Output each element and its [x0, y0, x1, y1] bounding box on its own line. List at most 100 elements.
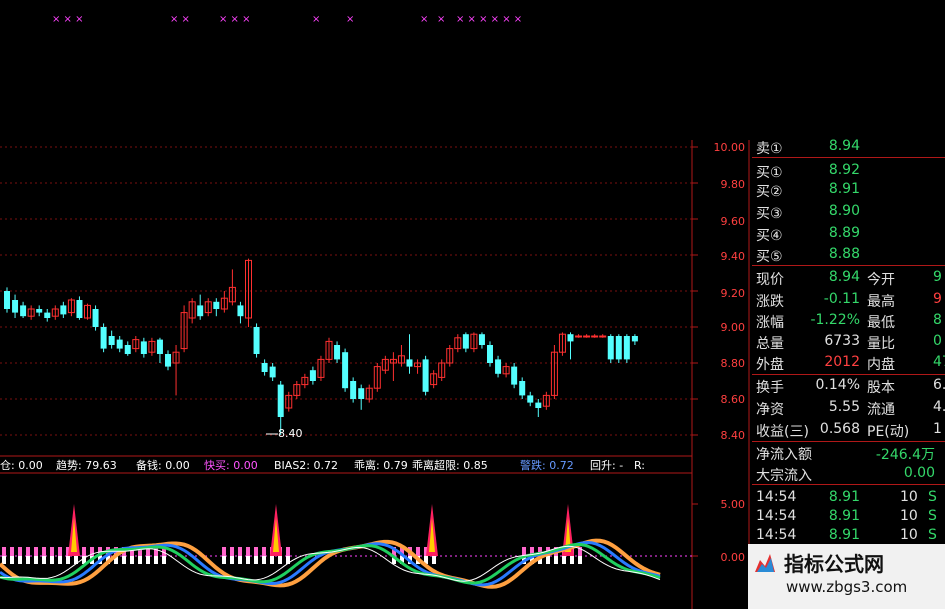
candle — [535, 399, 542, 417]
candle — [228, 269, 236, 306]
signal-marker: × × × — [52, 14, 84, 25]
flow-value: 0.00 — [903, 465, 935, 481]
stat-label: 最高 — [867, 294, 895, 310]
tick-direction: S — [928, 489, 937, 505]
watermark-logo-icon — [752, 550, 778, 576]
candle — [20, 301, 27, 318]
signal-bar-low — [270, 556, 274, 564]
low-price-label: 8.40 — [278, 427, 303, 440]
signal-bar-low — [562, 556, 566, 564]
signal-bar — [50, 547, 54, 556]
stat-value: 0 — [933, 333, 942, 349]
signal-bar-low — [26, 556, 30, 564]
stat-value: 9 — [933, 269, 942, 285]
candle — [430, 370, 438, 389]
spike-signal — [270, 504, 282, 556]
indicator-legend-item: 快买: 0.00 — [204, 459, 258, 472]
stat-label: 净资 — [756, 402, 784, 418]
signal-bar-low — [154, 556, 158, 564]
candle — [325, 337, 333, 363]
signal-bar-low — [230, 556, 234, 564]
separator — [752, 441, 945, 442]
price-tick: 9.00 — [721, 321, 746, 334]
bid-label: 买③ — [756, 206, 783, 222]
watermark-url: www.zbgs3.com — [786, 578, 908, 596]
stat-label: 流通 — [867, 402, 895, 418]
spike-signal — [426, 504, 438, 556]
price-tick: 8.80 — [721, 357, 746, 370]
stat-value: 4.6 — [933, 399, 945, 415]
stat-row: 现价 8.94 今开 9 — [752, 269, 945, 288]
candle — [502, 363, 510, 378]
signal-bar — [222, 547, 226, 556]
stat-label: 外盘 — [756, 357, 784, 373]
indicator-legend-item: 乖离: 0.79 — [354, 458, 408, 472]
signal-bar-low — [238, 556, 242, 564]
signal-bar — [58, 547, 62, 556]
tick-price: 8.91 — [828, 508, 860, 524]
candle — [245, 258, 252, 327]
candle — [156, 337, 163, 363]
bid-price: 8.91 — [828, 181, 860, 197]
candle — [511, 363, 518, 389]
signal-bar-low — [546, 556, 550, 564]
separator — [752, 374, 945, 375]
candle — [334, 341, 341, 363]
tick-direction: S — [928, 508, 937, 524]
signal-bar-low — [10, 556, 14, 564]
candle — [84, 303, 91, 320]
bid-price: 8.90 — [828, 203, 860, 219]
stat-value: 2012 — [824, 354, 860, 370]
candle — [487, 341, 493, 367]
signal-bar — [10, 547, 14, 556]
indicator-legend-item: 回升: - — [590, 459, 623, 472]
candle — [261, 359, 268, 376]
candle — [317, 355, 325, 381]
candle — [462, 332, 469, 353]
signal-bar — [230, 547, 234, 556]
separator — [752, 484, 945, 485]
candle — [558, 332, 566, 356]
signal-bar-low — [246, 556, 250, 564]
stat-label: 量比 — [867, 336, 895, 352]
candle — [438, 359, 446, 381]
candle — [373, 363, 381, 392]
stat-row: 涨跌 -0.11 最高 9 — [752, 291, 945, 310]
stat-value: 47 — [933, 354, 945, 370]
signal-markers: × × × × × × × × × × × × × × × × × × — [52, 14, 522, 25]
stat-value: 0.568 — [819, 421, 860, 437]
candle — [197, 294, 204, 320]
flow-row: 大宗流入 0.00 — [752, 465, 945, 484]
signal-bar-low — [2, 556, 6, 564]
signal-bar — [18, 547, 22, 556]
signal-bar-low — [138, 556, 142, 564]
indicator-tick: 5.00 — [721, 498, 746, 511]
watermark: 指标公式网 www.zbgs3.com — [748, 544, 945, 609]
stat-row: 涨幅 -1.22% 最低 8 — [752, 312, 945, 331]
candle — [100, 323, 107, 353]
candlestick-series — [4, 258, 638, 435]
tick-time: 14:54 — [756, 508, 797, 524]
bid-row: 买① 8.92 — [752, 162, 945, 181]
indicator-legend-item: 乖离超限: 0.85 — [412, 458, 488, 472]
signal-bar — [238, 547, 242, 556]
indicator-legend-item: BIAS2: 0.72 — [274, 459, 338, 472]
stat-value: 9 — [933, 291, 942, 307]
signal-marker: × — [420, 14, 428, 25]
signal-bar-low — [42, 556, 46, 564]
candle — [172, 345, 180, 396]
stat-value: 6.4 — [933, 377, 945, 393]
stat-row: 外盘 2012 内盘 47 — [752, 354, 945, 373]
signal-bar — [246, 547, 250, 556]
candle — [92, 305, 99, 331]
signal-bar-low — [50, 556, 54, 564]
price-tick: 9.60 — [721, 215, 746, 228]
signal-bar-low — [34, 556, 38, 564]
candle — [51, 305, 59, 320]
indicator-legend-item: 趋势: 79.63 — [56, 459, 117, 472]
candle — [220, 291, 228, 313]
candle — [12, 294, 19, 318]
candle — [414, 359, 422, 374]
candle — [381, 355, 389, 374]
candle — [213, 298, 220, 317]
